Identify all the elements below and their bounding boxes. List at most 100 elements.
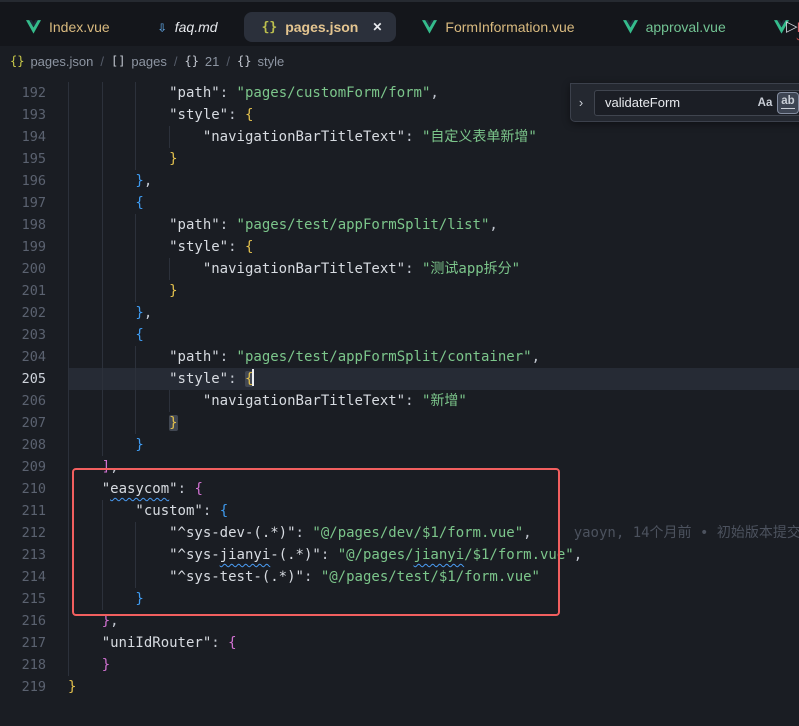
- code-content[interactable]: "style": {: [68, 368, 799, 390]
- indent-guide: [68, 434, 102, 456]
- code-content[interactable]: "navigationBarTitleText": "自定义表单新增": [68, 126, 799, 148]
- line-number: 196: [0, 170, 68, 192]
- code-line[interactable]: 215}: [0, 588, 799, 610]
- code-token: ,: [574, 547, 582, 563]
- code-line[interactable]: 217"uniIdRouter": {: [0, 632, 799, 654]
- code-token: ": [102, 481, 110, 497]
- code-content[interactable]: "style": {: [68, 236, 799, 258]
- code-token: ]: [102, 459, 110, 475]
- code-content[interactable]: {: [68, 324, 799, 346]
- code-line[interactable]: 200"navigationBarTitleText": "测试app拆分": [0, 258, 799, 280]
- code-line[interactable]: 211"custom": {: [0, 500, 799, 522]
- code-line[interactable]: 201}: [0, 280, 799, 302]
- code-content[interactable]: "uniIdRouter": {: [68, 632, 799, 654]
- close-icon[interactable]: ✕: [372, 20, 382, 34]
- code-token: {: [245, 239, 253, 255]
- code-line[interactable]: 202},: [0, 302, 799, 324]
- code-content[interactable]: }: [68, 412, 799, 434]
- code-content[interactable]: },: [68, 610, 799, 632]
- indent-guide: [102, 82, 136, 104]
- whole-word-toggle[interactable]: ab: [778, 93, 798, 113]
- code-content[interactable]: "path": "pages/test/appFormSplit/contain…: [68, 346, 799, 368]
- code-content[interactable]: "custom": {: [68, 500, 799, 522]
- code-content[interactable]: "navigationBarTitleText": "测试app拆分": [68, 258, 799, 280]
- tab-overflow-chevron-icon[interactable]: ▷: [786, 17, 798, 35]
- indent-guide: [102, 302, 136, 324]
- code-content[interactable]: "^sys-dev-(.*)": "@/pages/dev/$1/form.vu…: [68, 522, 799, 544]
- code-token: "pages/test/appFormSplit/list": [237, 217, 490, 233]
- code-line[interactable]: 207}: [0, 412, 799, 434]
- indent-guide: [102, 434, 136, 456]
- breadcrumb-separator: /: [174, 54, 178, 69]
- breadcrumb-item-pages-json[interactable]: {}pages.json: [10, 54, 93, 69]
- indent-guide: [102, 192, 136, 214]
- tab-pages-json[interactable]: {}pages.json✕: [244, 12, 397, 42]
- code-content[interactable]: "^sys-test-(.*)": "@/pages/test/$1/form.…: [68, 566, 799, 588]
- code-token: :: [304, 569, 321, 585]
- code-line[interactable]: 213"^sys-jianyi-(.*)": "@/pages/jianyi/$…: [0, 544, 799, 566]
- tab-faq-md[interactable]: ⇩faq.md: [134, 12, 242, 42]
- code-token: "path": [169, 85, 220, 101]
- code-token: }: [68, 679, 76, 695]
- indent-guide: [135, 236, 169, 258]
- code-content[interactable]: "^sys-jianyi-(.*)": "@/pages/jianyi/$1/f…: [68, 544, 799, 566]
- breadcrumb-label: pages.json: [30, 54, 93, 69]
- code-line[interactable]: 214"^sys-test-(.*)": "@/pages/test/$1/fo…: [0, 566, 799, 588]
- match-case-toggle[interactable]: Aa: [755, 93, 775, 113]
- code-line[interactable]: 216},: [0, 610, 799, 632]
- code-content[interactable]: }: [68, 434, 799, 456]
- code-content[interactable]: }: [68, 676, 799, 698]
- code-line[interactable]: 194"navigationBarTitleText": "自定义表单新增": [0, 126, 799, 148]
- code-line[interactable]: 197{: [0, 192, 799, 214]
- object-symbol-icon: {}: [237, 54, 251, 68]
- indent-guide: [135, 368, 169, 390]
- find-expand-chevron-icon[interactable]: ›: [575, 95, 587, 110]
- code-line[interactable]: 205"style": {: [0, 368, 799, 390]
- indent-guide: [68, 456, 102, 478]
- code-line[interactable]: 204"path": "pages/test/appFormSplit/cont…: [0, 346, 799, 368]
- code-line[interactable]: 209],: [0, 456, 799, 478]
- code-content[interactable]: }: [68, 280, 799, 302]
- find-input[interactable]: [605, 95, 752, 110]
- indent-guide: [102, 412, 136, 434]
- code-line[interactable]: 195}: [0, 148, 799, 170]
- code-editor[interactable]: 192"path": "pages/customForm/form",193"s…: [0, 76, 799, 698]
- code-content[interactable]: }: [68, 654, 799, 676]
- indent-guide: [68, 632, 102, 654]
- breadcrumb-item-pages[interactable]: []pages: [111, 54, 167, 69]
- code-token: ,: [489, 217, 497, 233]
- tab-forminformation-vue[interactable]: FormInformation.vue: [398, 12, 598, 42]
- code-line[interactable]: 210"easycom": {: [0, 478, 799, 500]
- code-content[interactable]: },: [68, 170, 799, 192]
- tab-label: FormInformation.vue: [445, 19, 574, 35]
- code-content[interactable]: "easycom": {: [68, 478, 799, 500]
- code-line[interactable]: 219}: [0, 676, 799, 698]
- code-content[interactable]: }: [68, 148, 799, 170]
- code-content[interactable]: },: [68, 302, 799, 324]
- code-line[interactable]: 212"^sys-dev-(.*)": "@/pages/dev/$1/form…: [0, 522, 799, 544]
- indent-guide: [102, 500, 136, 522]
- code-line[interactable]: 203{: [0, 324, 799, 346]
- code-content[interactable]: {: [68, 192, 799, 214]
- code-content[interactable]: ],: [68, 456, 799, 478]
- code-content[interactable]: }: [68, 588, 799, 610]
- code-token: easycom: [110, 481, 169, 497]
- tab-index-vue[interactable]: Index.vue: [2, 12, 134, 42]
- code-content[interactable]: "navigationBarTitleText": "新增": [68, 390, 799, 412]
- code-token: {: [245, 107, 253, 123]
- tab-approval-vue[interactable]: approval.vue: [599, 12, 750, 42]
- breadcrumb-item-style[interactable]: {}style: [237, 54, 284, 69]
- code-line[interactable]: 196},: [0, 170, 799, 192]
- code-line[interactable]: 199"style": {: [0, 236, 799, 258]
- indent-guide: [68, 214, 102, 236]
- code-line[interactable]: 206"navigationBarTitleText": "新增": [0, 390, 799, 412]
- indent-guide: [135, 126, 169, 148]
- code-line[interactable]: 218}: [0, 654, 799, 676]
- indent-guide: [135, 412, 169, 434]
- code-content[interactable]: "path": "pages/test/appFormSplit/list",: [68, 214, 799, 236]
- line-number: 206: [0, 390, 68, 412]
- line-number: 198: [0, 214, 68, 236]
- breadcrumb-item-21[interactable]: {}21: [184, 54, 219, 69]
- code-line[interactable]: 198"path": "pages/test/appFormSplit/list…: [0, 214, 799, 236]
- code-line[interactable]: 208}: [0, 434, 799, 456]
